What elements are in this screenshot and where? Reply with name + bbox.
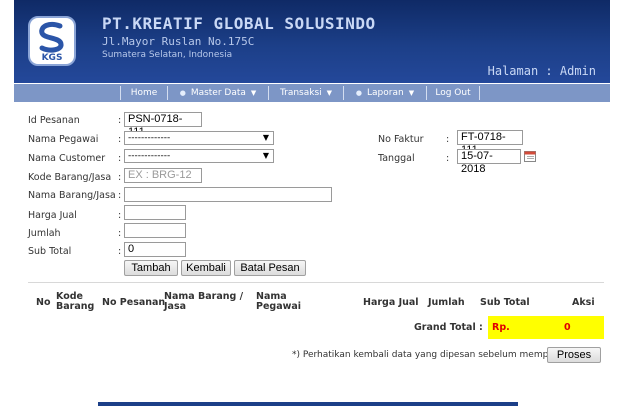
col-header-jumlah: Jumlah (428, 297, 465, 308)
colon: : (446, 134, 450, 145)
nav-logout[interactable]: Log Out (427, 84, 479, 102)
nama-customer-select[interactable]: ------------- ▼ (124, 149, 274, 163)
colon: : (118, 210, 122, 221)
harga-jual-field[interactable] (124, 205, 186, 220)
colon: : (118, 172, 122, 183)
bullet-icon: ● (355, 89, 363, 97)
calendar-icon[interactable] (524, 150, 536, 162)
colon: : (118, 153, 122, 164)
nama-pegawai-value: ------------- (128, 133, 171, 143)
page: KGS PT.KREATIF GLOBAL SOLUSINDO Jl.Mayor… (14, 0, 610, 406)
col-header-no-pesanan: No Pesanan (102, 297, 166, 308)
section-divider (28, 282, 604, 283)
nav-home-label: Home (130, 88, 158, 98)
nav-master-data[interactable]: ● Master Data ▼ (168, 84, 268, 102)
col-header-nama-barang: Nama Barang / Jasa (164, 291, 244, 312)
col-header-nama-pegawai: Nama Pegawai (256, 291, 302, 312)
page-role-label: Halaman : Admin (487, 64, 596, 78)
col-header-harga-jual: Harga Jual (363, 297, 419, 308)
process-note: *) Perhatikan kembali data yang dipesan … (292, 350, 573, 360)
grand-total-box: Rp. 0 (488, 316, 604, 339)
caret-down-icon: ▼ (326, 89, 333, 97)
main-nav: Home ● Master Data ▼ Transaksi ▼ ● Laporan ▼ … (14, 84, 610, 102)
nav-laporan-label: Laporan (367, 88, 404, 98)
col-header-kode-barang: Kode Barang (56, 291, 95, 312)
logo-text: KGS (42, 53, 63, 63)
company-region: Sumatera Selatan, Indonesia (102, 50, 233, 60)
kode-barang-label: Kode Barang/Jasa (28, 172, 112, 183)
grand-total-label: Grand Total : (414, 322, 483, 333)
colon: : (118, 246, 122, 257)
col-header-no: No (36, 297, 51, 308)
no-faktur-label: No Faktur (378, 134, 424, 145)
tanggal-field[interactable]: 15-07-2018 (457, 149, 521, 175)
grand-total-value: 0 (564, 322, 571, 333)
dropdown-arrow-icon: ▼ (262, 133, 269, 142)
kembali-button[interactable]: Kembali (181, 260, 231, 276)
sub-total-label: Sub Total (28, 246, 72, 257)
nama-pegawai-select[interactable]: ------------- ▼ (124, 131, 274, 145)
nama-barang-label: Nama Barang/Jasa (28, 190, 116, 201)
nav-transaksi-label: Transaksi (279, 88, 322, 98)
caret-down-icon: ▼ (408, 89, 415, 97)
id-pesanan-label: Id Pesanan (28, 115, 80, 126)
bullet-icon: ● (179, 89, 186, 97)
nav-laporan[interactable]: ● Laporan ▼ (344, 84, 426, 102)
dropdown-arrow-icon: ▼ (262, 151, 269, 160)
colon: : (446, 153, 450, 164)
sub-total-field[interactable]: 0 (124, 242, 186, 257)
kode-barang-field[interactable]: EX : BRG-12 (124, 168, 202, 183)
colon: : (118, 115, 122, 126)
colon: : (118, 190, 122, 201)
col-header-sub-total: Sub Total (480, 297, 530, 308)
tanggal-label: Tanggal (378, 153, 415, 164)
caret-down-icon: ▼ (250, 89, 257, 97)
company-address: Jl.Mayor Ruslan No.175C (102, 35, 255, 48)
footer-bar (98, 402, 518, 406)
colon: : (118, 134, 122, 145)
grand-total-currency: Rp. (492, 322, 510, 333)
col-header-aksi: Aksi (572, 297, 595, 308)
jumlah-label: Jumlah (28, 228, 61, 239)
nama-pegawai-label: Nama Pegawai (28, 134, 99, 145)
nav-master-data-label: Master Data (190, 88, 246, 98)
company-logo: KGS (28, 16, 76, 66)
nav-transaksi[interactable]: Transaksi ▼ (269, 84, 343, 102)
nama-customer-label: Nama Customer (28, 153, 106, 164)
harga-jual-label: Harga Jual (28, 210, 77, 221)
tambah-button[interactable]: Tambah (124, 260, 178, 276)
header-banner: KGS PT.KREATIF GLOBAL SOLUSINDO Jl.Mayor… (14, 0, 610, 83)
nama-customer-value: ------------- (128, 151, 171, 161)
no-faktur-field[interactable]: FT-0718-111 (457, 130, 523, 156)
jumlah-field[interactable] (124, 223, 186, 238)
nama-barang-field[interactable] (124, 187, 332, 202)
nav-logout-label: Log Out (435, 88, 471, 98)
colon: : (118, 228, 122, 239)
nav-separator (479, 86, 480, 100)
id-pesanan-field[interactable]: PSN-0718-111 (124, 112, 202, 138)
batal-pesan-button[interactable]: Batal Pesan (234, 260, 306, 276)
nav-home[interactable]: Home (121, 84, 167, 102)
company-name: PT.KREATIF GLOBAL SOLUSINDO (102, 14, 376, 33)
proses-button[interactable]: Proses (547, 347, 601, 363)
